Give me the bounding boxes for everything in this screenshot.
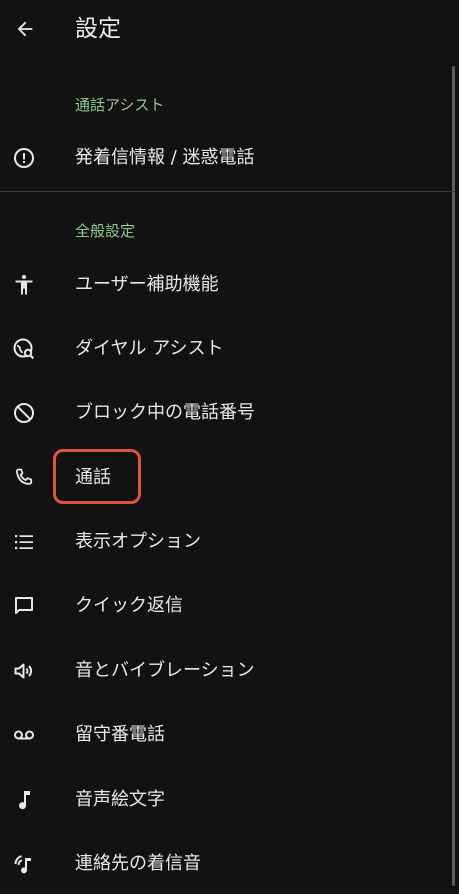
settings-item-accessibility[interactable]: ユーザー補助機能 — [0, 258, 450, 312]
voicemail-icon — [12, 723, 36, 747]
back-button[interactable] — [8, 12, 42, 46]
contact-ringtone-icon — [12, 852, 36, 876]
arrow-left-icon — [17, 21, 33, 37]
message-icon — [12, 594, 36, 618]
settings-item-dialing-assist[interactable]: ダイヤル アシスト — [0, 322, 450, 376]
music-note-icon — [12, 788, 36, 812]
settings-item-label: 音とバイブレーション — [75, 660, 255, 681]
section-divider — [0, 191, 455, 192]
settings-item-label: 音声絵文字 — [75, 789, 165, 810]
top-app-bar: 設定 — [0, 0, 459, 60]
accessibility-icon — [12, 273, 36, 297]
settings-item-voicemail[interactable]: 留守番電話 — [0, 708, 450, 762]
phone-icon — [12, 466, 36, 490]
settings-item-label: 表示オプション — [75, 531, 201, 552]
list-icon — [12, 530, 36, 554]
alert-circle-icon — [12, 146, 36, 170]
settings-item-sound-vibration[interactable]: 音とバイブレーション — [0, 644, 450, 698]
settings-item-blocked-numbers[interactable]: ブロック中の電話番号 — [0, 386, 450, 440]
settings-item-display-options[interactable]: 表示オプション — [0, 515, 450, 569]
settings-item-label: 発着信情報 / 迷惑電話 — [75, 147, 255, 168]
settings-item-label: 連絡先の着信音 — [75, 853, 201, 874]
settings-item-caller-info[interactable]: 発着信情報 / 迷惑電話 — [0, 131, 450, 185]
block-icon — [12, 401, 36, 425]
settings-item-audio-emoji[interactable]: 音声絵文字 — [0, 773, 450, 827]
settings-item-contact-ringtones[interactable]: 連絡先の着信音 — [0, 837, 450, 891]
section-header-general: 全般設定 — [75, 222, 136, 240]
settings-item-calls[interactable]: 通話 — [0, 451, 450, 505]
settings-item-quick-responses[interactable]: クイック返信 — [0, 579, 450, 633]
settings-item-label: 通話 — [75, 467, 111, 488]
volume-icon — [12, 659, 36, 683]
scrollbar[interactable] — [452, 66, 455, 886]
page-title: 設定 — [75, 16, 121, 42]
settings-item-label: ブロック中の電話番号 — [75, 402, 255, 423]
dialing-assist-icon — [12, 337, 36, 361]
section-header-call-assist: 通話アシスト — [75, 96, 165, 114]
settings-item-label: ダイヤル アシスト — [75, 338, 224, 359]
settings-item-label: ユーザー補助機能 — [75, 274, 219, 295]
settings-item-label: 留守番電話 — [75, 724, 165, 745]
settings-item-label: クイック返信 — [75, 595, 183, 616]
